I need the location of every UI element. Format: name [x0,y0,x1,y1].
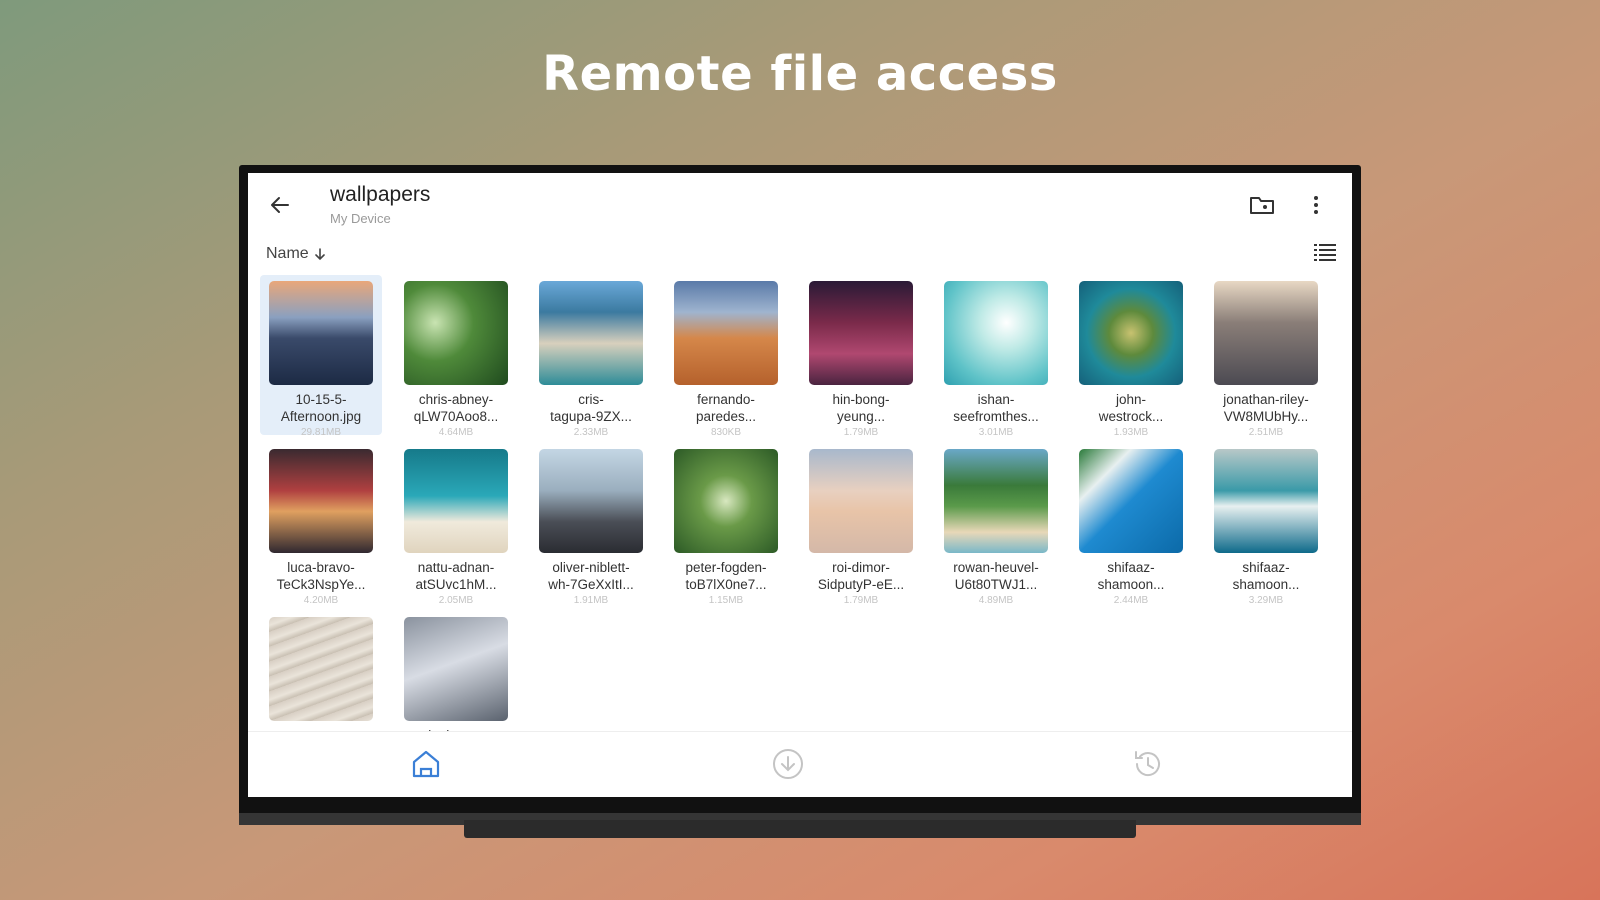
file-thumbnail [1079,449,1183,553]
file-thumbnail [674,449,778,553]
file-thumbnail [809,449,913,553]
file-size: 1.91MB [573,595,609,606]
arrow-down-icon [314,248,325,261]
file-thumbnail [404,281,508,385]
file-tile[interactable]: roi-dimor- SidputyP-eE... 1.79MB [800,443,922,606]
file-thumbnail [269,281,373,385]
file-size: 2.33MB [573,427,609,438]
file-size: 2.44MB [1113,595,1149,606]
file-tile[interactable]: chris-abney- qLW70Aoo8... 4.64MB [395,275,517,438]
file-name: rowan-heuvel- U6t80TWJ1... [953,560,1039,592]
file-name: ishan- seefromthes... [953,392,1039,424]
file-thumbnail [269,449,373,553]
sort-control[interactable]: Name [266,241,327,267]
sort-label: Name [266,245,309,262]
file-name: hin-bong- yeung... [832,392,890,424]
file-tile[interactable]: 10-15-5- Afternoon.jpg 29.81MB [260,275,382,438]
home-icon [412,750,440,778]
file-thumbnail [1214,281,1318,385]
file-name: fernando- paredes... [695,392,757,424]
new-folder-button[interactable] [1244,187,1280,223]
file-name: oliver-niblett- wh-7GeXxItI... [548,560,634,592]
file-tile[interactable]: rowan-heuvel- U6t80TWJ1... 4.89MB [935,443,1057,606]
file-tile[interactable]: peter-fogden- toB7lX0ne7... 1.15MB [665,443,787,606]
file-size: 1.93MB [1113,427,1149,438]
file-thumbnail [674,281,778,385]
history-icon [1135,751,1160,776]
file-size: 2.05MB [438,595,474,606]
file-thumbnail [809,281,913,385]
file-thumbnail [1079,281,1183,385]
title-block: wallpapers My Device [330,183,430,226]
view-toggle-button[interactable] [1308,235,1342,269]
file-size: 3.01MB [978,427,1014,438]
page-title: wallpapers [330,183,431,206]
arrow-left-icon [271,197,289,213]
file-grid: 10-15-5- Afternoon.jpg 29.81MB chris-abney… [260,275,1352,733]
file-tile[interactable]: nattu-adnan- atSUvc1hM... 2.05MB [395,443,517,606]
download-icon [773,749,803,779]
file-name: roi-dimor- SidputyP-eE... [817,560,905,592]
nav-home-button[interactable] [406,744,446,784]
file-size: 1.15MB [708,595,744,606]
bottom-nav [248,731,1352,797]
file-tile[interactable]: john- westrock... 1.93MB [1070,275,1192,438]
file-tile[interactable]: jonathan-riley- VW8MUbHy... 2.51MB [1205,275,1327,438]
file-tile[interactable]: hin-bong- yeung... 1.79MB [800,275,922,438]
file-name: 10-15-5- Afternoon.jpg [280,392,362,424]
file-thumbnail [404,617,508,721]
more-vert-icon [1314,196,1318,214]
file-name: nattu-adnan- atSUvc1hM... [415,560,497,592]
location-subtitle: My Device [330,211,391,226]
app-screen: wallpapers My Device Name 10-15-5- After… [248,173,1352,797]
file-thumbnail [539,449,643,553]
file-tile[interactable]: cris- tagupa-9ZX... 2.33MB [530,275,652,438]
file-tile[interactable]: luca-bravo- TeCk3NspYe... 4.20MB [260,443,382,606]
more-options-button[interactable] [1298,187,1334,223]
file-size: 4.20MB [303,595,339,606]
file-size: 4.64MB [438,427,474,438]
file-tile[interactable]: ishan- seefromthes... 3.01MB [935,275,1057,438]
file-tile[interactable]: shifaaz- shamoon... 3.29MB [1205,443,1327,606]
file-name: shifaaz- shamoon... [1097,560,1165,592]
app-bar: wallpapers My Device [248,173,1352,239]
file-name: john- westrock... [1098,392,1164,424]
file-name: luca-bravo- TeCk3NspYe... [276,560,366,592]
file-name: peter-fogden- toB7lX0ne7... [685,560,767,592]
file-name: shifaaz- shamoon... [1232,560,1300,592]
file-size: 1.79MB [843,595,879,606]
back-button[interactable] [262,187,298,223]
file-thumbnail [404,449,508,553]
file-name: chris-abney- qLW70Aoo8... [413,392,499,424]
file-thumbnail [539,281,643,385]
nav-downloads-button[interactable] [768,744,808,784]
file-thumbnail [944,449,1048,553]
file-size: 2.51MB [1248,427,1284,438]
headline: Remote file access [542,46,1058,102]
file-name: jonathan-riley- VW8MUbHy... [1223,392,1309,424]
folder-icon [1250,197,1274,214]
file-thumbnail [944,281,1048,385]
list-view-icon [1314,244,1336,261]
file-tile[interactable]: shifaaz- shamoon... 2.44MB [1070,443,1192,606]
tv-stand [464,820,1136,838]
file-name: cris- tagupa-9ZX... [550,392,632,424]
file-thumbnail [269,617,373,721]
file-tile[interactable]: xiaohua-wu [395,611,517,733]
file-size: 830KB [710,427,742,438]
file-thumbnail [1214,449,1318,553]
file-size: 3.29MB [1248,595,1284,606]
file-size: 29.81MB [300,427,342,438]
file-tile[interactable]: oliver-niblett- wh-7GeXxItI... 1.91MB [530,443,652,606]
file-tile[interactable]: fernando- paredes... 830KB [665,275,787,438]
file-tile[interactable]: summer- [260,611,382,733]
file-size: 4.89MB [978,595,1014,606]
file-size: 1.79MB [843,427,879,438]
nav-history-button[interactable] [1128,744,1168,784]
